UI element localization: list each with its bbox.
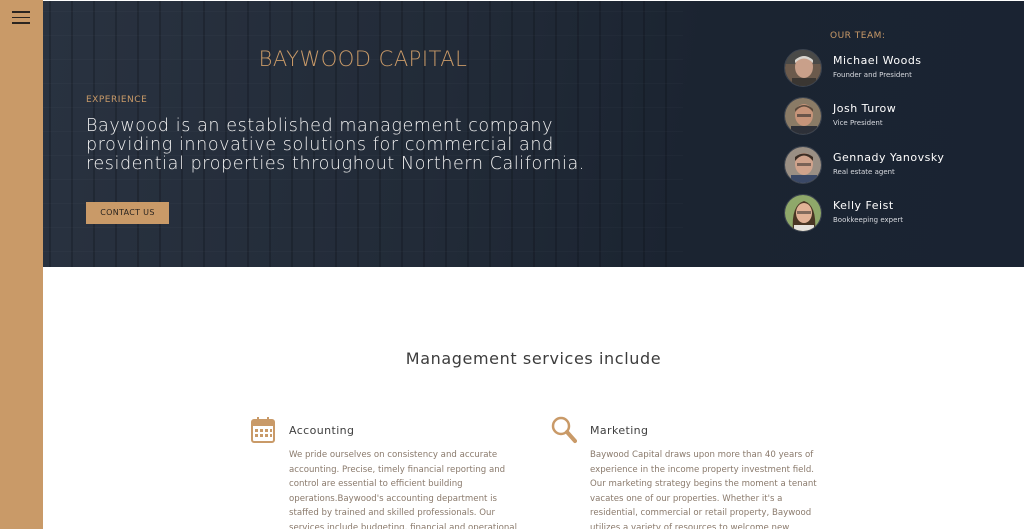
member-role: Real estate agent bbox=[833, 168, 895, 176]
service-title: Accounting bbox=[289, 424, 355, 437]
service-title: Marketing bbox=[590, 424, 649, 437]
team-member-michael-woods[interactable]: Michael Woods Founder and President bbox=[784, 49, 1014, 89]
team-title: OUR TEAM: bbox=[830, 31, 886, 41]
member-role: Vice President bbox=[833, 119, 883, 127]
team-member-josh-turow[interactable]: Josh Turow Vice President bbox=[784, 97, 1014, 137]
hero-tagline: Baywood is an established management com… bbox=[86, 116, 585, 174]
contact-us-button[interactable]: CONTACT US bbox=[86, 202, 169, 224]
member-name: Josh Turow bbox=[833, 102, 897, 115]
member-name: Kelly Feist bbox=[833, 199, 894, 212]
avatar bbox=[784, 97, 822, 135]
company-name: BAYWOOD CAPITAL bbox=[258, 47, 468, 71]
team-member-gennady-yanovsky[interactable]: Gennady Yanovsky Real estate agent bbox=[784, 146, 1014, 186]
member-role: Founder and President bbox=[833, 71, 912, 79]
sidebar bbox=[0, 0, 43, 529]
service-description: We pride ourselves on consistency and ac… bbox=[289, 450, 517, 529]
avatar bbox=[784, 146, 822, 184]
calendar-icon bbox=[251, 417, 275, 443]
magnifier-icon bbox=[551, 416, 577, 443]
avatar bbox=[784, 49, 822, 87]
hero-banner: BAYWOOD CAPITAL EXPERIENCE Baywood is an… bbox=[43, 1, 1024, 267]
team-member-kelly-feist[interactable]: Kelly Feist Bookkeeping expert bbox=[784, 194, 1014, 234]
member-role: Bookkeeping expert bbox=[833, 216, 904, 224]
menu-icon[interactable] bbox=[12, 11, 30, 24]
experience-label: EXPERIENCE bbox=[86, 95, 148, 105]
services-title: Management services include bbox=[405, 349, 662, 368]
member-name: Gennady Yanovsky bbox=[833, 151, 945, 164]
service-description: Baywood Capital draws upon more than 40 … bbox=[590, 450, 817, 529]
member-name: Michael Woods bbox=[833, 54, 922, 67]
avatar bbox=[784, 194, 822, 232]
